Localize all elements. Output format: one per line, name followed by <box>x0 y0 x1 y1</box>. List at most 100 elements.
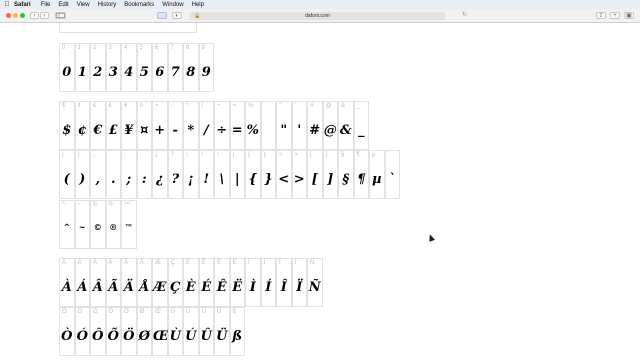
menu-window[interactable]: Window <box>162 2 183 8</box>
glyph-row-accented-a-n: ÀÀÁÁÂÂÃÃÄÄÅÅÆÆÇÇÈÈÉÉÊÊËËÌÌÍÍÎÎÏÏÑÑ <box>59 258 323 307</box>
glyph-preview: / <box>203 123 209 138</box>
apple-menu-icon[interactable]:  <box>0 1 14 8</box>
glyph-preview: Ö <box>123 329 135 344</box>
glyph-preview: Á <box>77 280 88 295</box>
forward-button[interactable]: › <box>40 12 49 19</box>
glyph-cell-partial <box>59 23 197 33</box>
minimize-window-button[interactable] <box>13 13 18 18</box>
glyph-cell-label: ¤ <box>139 103 143 109</box>
menu-file[interactable]: File <box>41 2 51 8</box>
menu-bookmarks[interactable]: Bookmarks <box>124 2 154 8</box>
glyph-cell: ÄÄ <box>121 258 137 307</box>
glyph-cell: ÉÉ <box>198 258 214 307</box>
address-bar-url: dafont.com <box>305 13 330 19</box>
glyph-row-partial <box>59 23 197 33</box>
glyph-cell: € € <box>90 101 106 150</box>
glyph-preview: % <box>246 123 259 138</box>
zoom-window-button[interactable] <box>20 13 25 18</box>
glyph-cell-label: ? <box>170 152 174 158</box>
glyph-cell-label: À <box>62 260 67 266</box>
menu-help[interactable]: Help <box>192 2 204 8</box>
glyph-cell: ÚÚ <box>183 307 199 356</box>
glyph-preview: Ù <box>169 329 181 344</box>
glyph-preview: ! <box>203 172 210 187</box>
new-tab-icon[interactable]: + <box>610 12 620 19</box>
menu-view[interactable]: View <box>77 2 90 8</box>
lock-icon: 🔒 <box>194 13 201 19</box>
tab-overview-icon[interactable]: ▣ <box>624 12 634 19</box>
glyph-cell: .. <box>105 150 121 199</box>
sidebar-toggle-icon[interactable] <box>55 12 66 19</box>
glyph-preview: [ <box>311 172 318 187</box>
refresh-icon[interactable]: ↻ <box>460 12 469 19</box>
glyph-cell-label: Ô <box>93 309 98 315</box>
glyph-cell: :: <box>136 150 152 199</box>
glyph-cell-label: : <box>139 152 142 158</box>
glyph-preview: ] <box>327 172 334 187</box>
glyph-preview: Œ <box>153 329 169 344</box>
glyph-cell-label: µ <box>372 152 376 158</box>
menu-app-name[interactable]: Safari <box>14 2 31 8</box>
glyph-cell-label: Æ <box>155 260 161 266</box>
glyph-cell: %% <box>245 101 261 150</box>
glyph-cell-label: [ <box>310 152 312 158</box>
glyph-cell-label: ) <box>77 152 80 158</box>
glyph-cell: ® ® <box>105 200 121 249</box>
glyph-cell-label: Ã <box>108 260 113 266</box>
glyph-cell-label: | <box>232 152 235 158</box>
glyph-row-digits: 00112233445566778899 <box>59 43 214 92</box>
glyph-cell-label: > <box>294 152 299 158</box>
glyph-preview: Â <box>92 280 103 295</box>
glyph-cell: ¶ ¶ <box>353 150 369 199</box>
glyph-cell-label: 5 <box>139 45 143 51</box>
glyph-cell-label: ] <box>325 152 328 158</box>
glyph-row-marks: ^ ^ ~ ~ © © ® ® ™ ™ <box>59 200 137 249</box>
glyph-cell-label: 4 <box>124 45 128 51</box>
reader-mode-icon[interactable]: ◐ <box>172 12 182 19</box>
glyph-preview: µ <box>371 172 382 187</box>
glyph-preview: 1 <box>77 65 87 80</box>
glyph-cell: < < <box>276 150 292 199</box>
glyph-preview: 3 <box>108 65 118 80</box>
glyph-preview: | <box>234 172 240 187</box>
glyph-cell-label: ; <box>124 152 126 158</box>
glyph-preview: < <box>278 172 290 187</box>
glyph-preview: 0 <box>62 65 72 80</box>
glyph-cell-label: Í <box>263 260 266 266</box>
glyph-cell: _ _ <box>353 101 369 150</box>
glyph-cell-label: 1 <box>77 45 81 51</box>
glyph-preview: Ú <box>185 329 197 344</box>
glyph-cell: 66 <box>152 43 168 92</box>
glyph-cell-label: 2 <box>93 45 97 51</box>
glyph-cell-label: ® <box>108 202 113 208</box>
glyph-cell: ]] <box>322 150 338 199</box>
glyph-cell-label: 9 <box>201 45 205 51</box>
back-button[interactable]: ‹ <box>30 12 39 19</box>
share-icon[interactable]: ⇪ <box>596 12 606 19</box>
menu-history[interactable]: History <box>98 2 117 8</box>
address-bar[interactable]: 🔒 dafont.com <box>190 12 445 20</box>
glyph-cell-label: Û <box>201 309 206 315</box>
glyph-cell-label: ß <box>232 309 237 315</box>
glyph-cell: 11 <box>74 43 90 92</box>
glyph-cell: 55 <box>136 43 152 92</box>
glyph-cell: ÅÅ <box>136 258 152 307</box>
close-window-button[interactable] <box>6 13 11 18</box>
glyph-cell-label: Ù <box>170 309 175 315</box>
glyph-cell: (( <box>59 150 75 199</box>
glyph-cell-label: \ <box>217 152 219 158</box>
glyph-preview: ; <box>126 172 132 187</box>
glyph-cell: & & <box>338 101 354 150</box>
glyph-cell: ÒÒ <box>59 307 75 356</box>
glyph-cell-label: Ú <box>186 309 191 315</box>
glyph-preview: = <box>231 123 243 138</box>
glyph-cell: ÛÛ <box>198 307 214 356</box>
glyph-preview: ¢ <box>77 123 87 138</box>
mouse-cursor-icon <box>426 233 436 242</box>
glyph-cell: -- <box>167 101 183 150</box>
privacy-shield-icon[interactable] <box>157 12 167 19</box>
glyph-cell-label: 3 <box>108 45 112 51</box>
glyph-cell-label: Á <box>77 260 82 266</box>
glyph-cell: ØØ <box>136 307 152 356</box>
menu-edit[interactable]: Edit <box>58 2 68 8</box>
